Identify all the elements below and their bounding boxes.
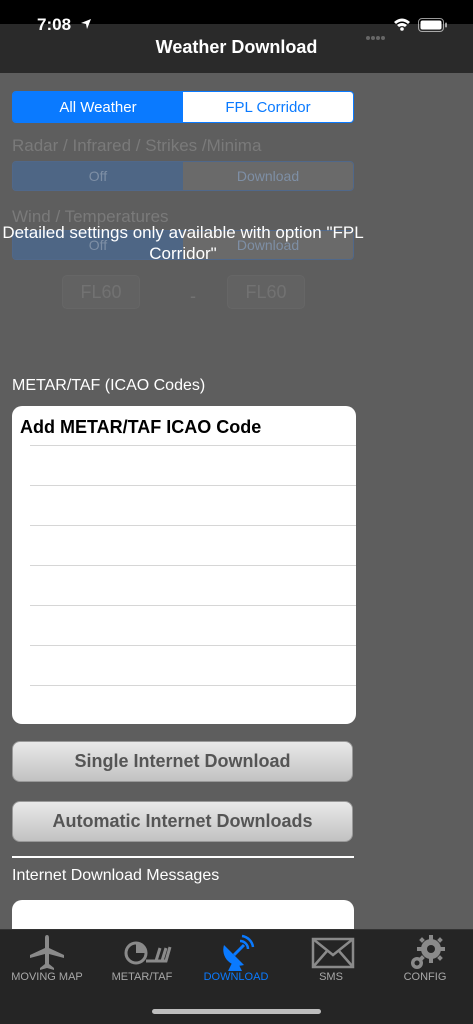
tab-download[interactable]: DOWNLOAD	[189, 930, 283, 990]
tab-label: DOWNLOAD	[203, 971, 269, 983]
flight-level-from-field: FL60	[62, 275, 140, 309]
list-row-separator	[30, 685, 356, 686]
location-arrow-icon	[81, 19, 91, 29]
flight-level-to-field: FL60	[227, 275, 305, 309]
wifi-icon	[394, 18, 410, 31]
single-download-button[interactable]: Single Internet Download	[12, 741, 353, 782]
tab-label: CONFIG	[403, 971, 447, 983]
radar-download-option: Download	[183, 162, 353, 190]
messages-section-label: Internet Download Messages	[12, 867, 220, 884]
battery-icon	[418, 18, 447, 32]
tab-label: METAR/TAF	[111, 971, 173, 983]
add-icao-code-button[interactable]: Add METAR/TAF ICAO Code	[20, 417, 261, 438]
tab-config[interactable]: CONFIG	[378, 930, 472, 990]
list-row-separator	[30, 565, 356, 566]
automatic-downloads-button[interactable]: Automatic Internet Downloads	[12, 801, 353, 842]
metar-section-label: METAR/TAF (ICAO Codes)	[12, 377, 206, 394]
list-row-separator	[30, 445, 356, 446]
status-time: 7:08	[37, 15, 72, 34]
list-row-separator	[30, 485, 356, 486]
gears-icon	[411, 935, 445, 969]
radar-segmented-control: Off Download	[12, 161, 354, 191]
tab-label: SMS	[319, 971, 343, 983]
envelope-icon	[311, 937, 355, 969]
tab-metar-taf[interactable]: METAR/TAF	[95, 930, 189, 990]
list-row-separator	[30, 645, 356, 646]
segment-all-weather[interactable]: All Weather	[13, 92, 183, 122]
home-indicator	[152, 1009, 321, 1014]
weather-scope-segmented-control[interactable]: All Weather FPL Corridor	[12, 91, 354, 123]
page-title: Weather Download	[155, 37, 318, 57]
list-row-separator	[30, 605, 356, 606]
section-divider	[12, 856, 354, 858]
weather-station-icon	[124, 941, 172, 965]
icao-code-list: Add METAR/TAF ICAO Code	[12, 406, 356, 724]
airplane-icon	[30, 935, 64, 970]
fpl-corridor-notice: Detailed settings only available with op…	[2, 223, 364, 263]
tab-label: MOVING MAP	[11, 971, 83, 983]
tab-moving-map[interactable]: MOVING MAP	[0, 930, 94, 990]
flight-level-separator: -	[190, 286, 196, 306]
list-row-separator	[30, 525, 356, 526]
radar-section-label: Radar / Infrared / Strikes /Minima	[12, 136, 262, 155]
satellite-dish-icon	[223, 934, 255, 971]
segment-fpl-corridor[interactable]: FPL Corridor	[183, 92, 353, 122]
radar-off-option: Off	[13, 162, 183, 190]
tab-sms[interactable]: SMS	[284, 930, 378, 990]
